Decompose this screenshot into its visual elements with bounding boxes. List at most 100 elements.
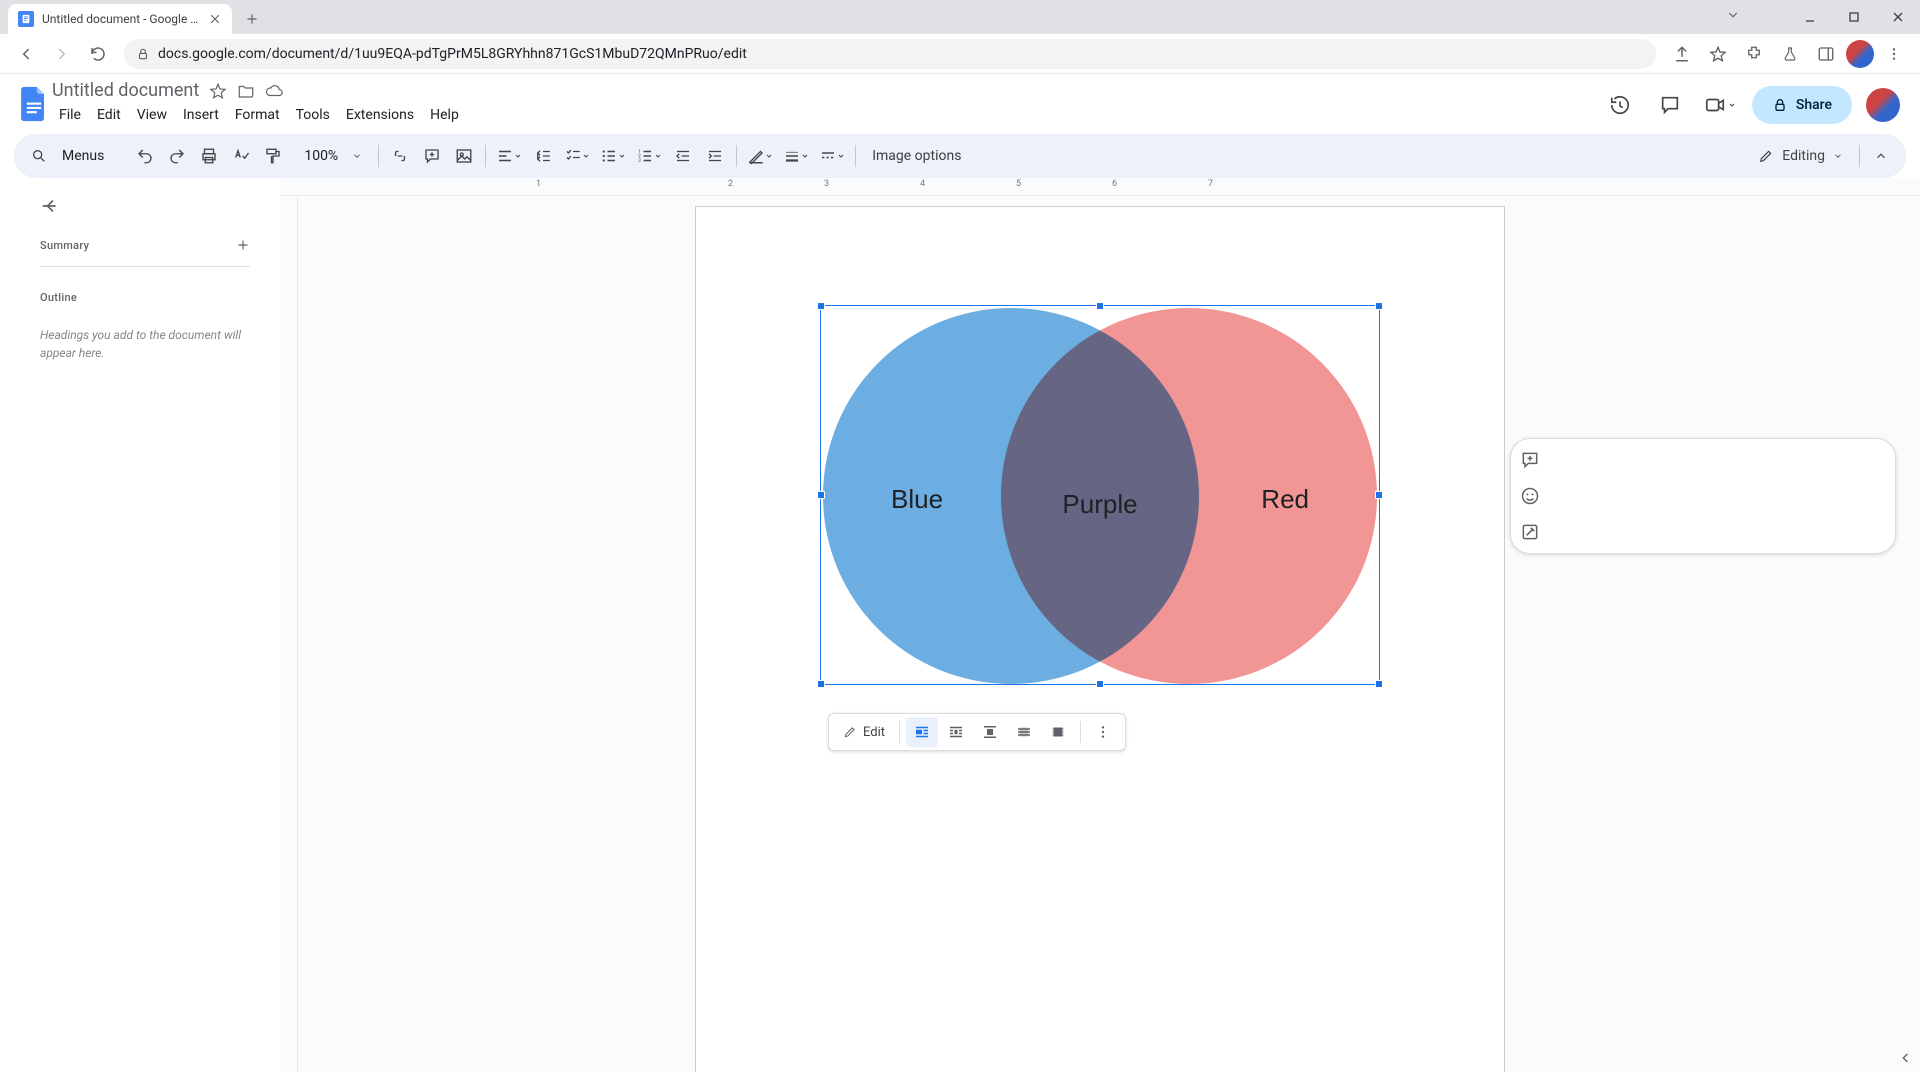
resize-handle[interactable]: [817, 680, 825, 688]
menu-file[interactable]: File: [52, 103, 88, 127]
document-page[interactable]: Blue Purple Red Edit: [695, 206, 1505, 1072]
resize-handle[interactable]: [1096, 680, 1104, 688]
labs-icon[interactable]: [1774, 38, 1806, 70]
image-options-button[interactable]: Image options: [862, 148, 971, 164]
edit-drawing-button[interactable]: Edit: [835, 725, 893, 740]
docs-logo[interactable]: [16, 80, 52, 128]
resize-handle[interactable]: [1096, 302, 1104, 310]
venn-diagram: Blue Purple Red: [821, 306, 1379, 684]
menu-tools[interactable]: Tools: [289, 103, 337, 127]
indent-button[interactable]: [700, 141, 730, 171]
resize-handle[interactable]: [817, 491, 825, 499]
line-spacing-button[interactable]: [528, 141, 558, 171]
border-dash-button[interactable]: [815, 141, 849, 171]
sidepanel-icon[interactable]: [1810, 38, 1842, 70]
outdent-button[interactable]: [668, 141, 698, 171]
summary-label: Summary: [40, 239, 89, 252]
break-text-button[interactable]: [974, 717, 1006, 747]
redo-button[interactable]: [162, 141, 192, 171]
wrap-inline-button[interactable]: [906, 717, 938, 747]
add-comment-button[interactable]: [417, 141, 447, 171]
url-text: docs.google.com/document/d/1uu9EQA-pdTgP…: [158, 46, 747, 62]
wrap-text-button[interactable]: [940, 717, 972, 747]
venn-label-overlap: Purple: [1062, 489, 1137, 520]
close-tab-icon[interactable]: [208, 12, 222, 26]
address-bar[interactable]: docs.google.com/document/d/1uu9EQA-pdTgP…: [124, 39, 1656, 69]
resize-handle[interactable]: [817, 302, 825, 310]
menu-format[interactable]: Format: [228, 103, 287, 127]
zoom-dropdown[interactable]: [342, 141, 372, 171]
undo-button[interactable]: [130, 141, 160, 171]
menu-edit[interactable]: Edit: [90, 103, 128, 127]
maximize-button[interactable]: [1832, 0, 1876, 34]
checklist-button[interactable]: [560, 141, 594, 171]
back-button[interactable]: [10, 38, 42, 70]
menu-extensions[interactable]: Extensions: [339, 103, 421, 127]
resize-handle[interactable]: [1375, 302, 1383, 310]
menu-help[interactable]: Help: [423, 103, 466, 127]
menu-view[interactable]: View: [130, 103, 174, 127]
align-button[interactable]: [492, 141, 526, 171]
star-icon[interactable]: [209, 82, 227, 100]
add-comment-rail-button[interactable]: [1515, 445, 1545, 475]
cloud-status-icon[interactable]: [265, 82, 283, 100]
reload-button[interactable]: [82, 38, 114, 70]
tabs-dropdown-icon[interactable]: [1726, 8, 1740, 22]
collapse-toolbar-button[interactable]: [1866, 141, 1896, 171]
minimize-button[interactable]: [1788, 0, 1832, 34]
new-tab-button[interactable]: [238, 5, 266, 33]
resize-handle[interactable]: [1375, 680, 1383, 688]
print-button[interactable]: [194, 141, 224, 171]
image-more-button[interactable]: [1087, 717, 1119, 747]
share-page-icon[interactable]: [1666, 38, 1698, 70]
numbered-list-button[interactable]: 123: [632, 141, 666, 171]
border-weight-button[interactable]: [779, 141, 813, 171]
spellcheck-button[interactable]: [226, 141, 256, 171]
venn-label-red: Red: [1261, 484, 1309, 515]
browser-tabstrip: Untitled document - Google Docs: [0, 0, 1920, 34]
selected-drawing[interactable]: Blue Purple Red: [820, 305, 1380, 685]
account-avatar[interactable]: [1866, 88, 1900, 122]
side-action-rail: [1510, 438, 1896, 554]
vertical-ruler[interactable]: [280, 196, 298, 1072]
horizontal-ruler[interactable]: 1 2 3 4 5 6 7: [280, 178, 1920, 196]
docs-toolbar: Menus 100% 123 Image options Editing: [14, 134, 1906, 178]
collapse-outline-button[interactable]: [40, 196, 250, 216]
behind-text-button[interactable]: [1008, 717, 1040, 747]
comments-icon[interactable]: [1652, 87, 1688, 123]
suggest-edits-button[interactable]: [1515, 517, 1545, 547]
chrome-menu-icon[interactable]: [1878, 38, 1910, 70]
explore-button[interactable]: [1898, 1050, 1914, 1066]
share-button[interactable]: Share: [1752, 86, 1852, 124]
insert-link-button[interactable]: [385, 141, 415, 171]
resize-handle[interactable]: [1375, 491, 1383, 499]
forward-button[interactable]: [46, 38, 78, 70]
move-icon[interactable]: [237, 82, 255, 100]
menus-label[interactable]: Menus: [56, 141, 110, 171]
lock-icon: [136, 47, 150, 61]
mode-button[interactable]: Editing: [1748, 148, 1853, 164]
history-icon[interactable]: [1602, 87, 1638, 123]
add-summary-button[interactable]: [236, 238, 250, 252]
browser-profile-avatar[interactable]: [1846, 40, 1874, 68]
emoji-reaction-button[interactable]: [1515, 481, 1545, 511]
mode-label: Editing: [1782, 148, 1825, 164]
zoom-display[interactable]: 100%: [302, 148, 340, 164]
bulleted-list-button[interactable]: [596, 141, 630, 171]
insert-image-button[interactable]: [449, 141, 479, 171]
meet-icon[interactable]: [1702, 87, 1738, 123]
bookmark-icon[interactable]: [1702, 38, 1734, 70]
browser-omnibar: docs.google.com/document/d/1uu9EQA-pdTgP…: [0, 34, 1920, 74]
canvas-area[interactable]: 1 2 3 4 5 6 7 Blue Purple Red: [280, 178, 1920, 1072]
search-menus-button[interactable]: [24, 141, 54, 171]
document-title[interactable]: Untitled document: [52, 80, 199, 101]
paint-format-button[interactable]: [258, 141, 288, 171]
in-front-text-button[interactable]: [1042, 717, 1074, 747]
browser-tab[interactable]: Untitled document - Google Docs: [8, 4, 232, 34]
close-window-button[interactable]: [1876, 0, 1920, 34]
menu-insert[interactable]: Insert: [176, 103, 226, 127]
border-color-button[interactable]: [743, 141, 777, 171]
extensions-icon[interactable]: [1738, 38, 1770, 70]
venn-label-blue: Blue: [891, 484, 943, 515]
edit-label: Edit: [863, 725, 885, 740]
